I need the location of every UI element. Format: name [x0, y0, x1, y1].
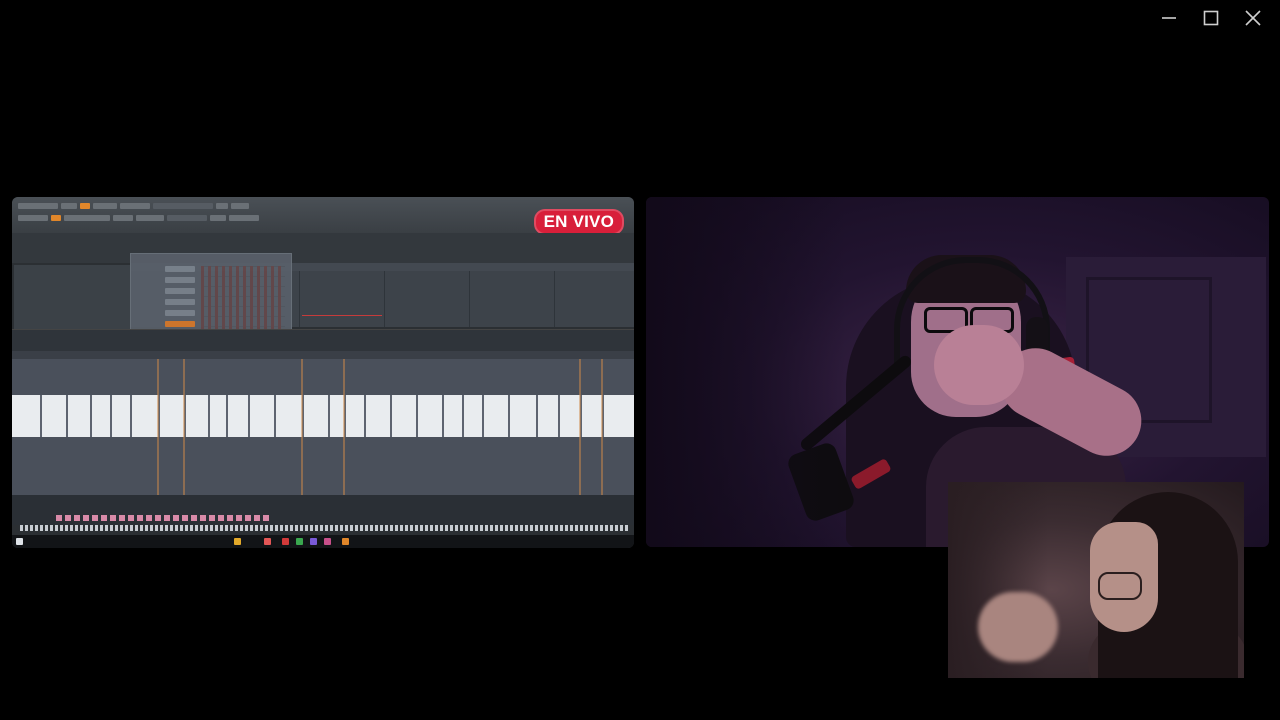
pip-glasses [1098, 572, 1142, 600]
windows-taskbar [12, 535, 634, 548]
close-icon [1245, 10, 1261, 26]
pattern-blocks [56, 515, 269, 521]
live-badge: EN VIVO [533, 209, 624, 235]
start-icon [16, 538, 23, 545]
marker-row [12, 351, 634, 359]
window-controls [1148, 6, 1274, 30]
fl-studio-icon [342, 538, 349, 545]
automation-line [302, 315, 382, 316]
maximize-button[interactable] [1190, 6, 1232, 30]
app-icon [310, 538, 317, 545]
maximize-icon [1203, 10, 1219, 26]
editor-toolbar [12, 329, 634, 352]
minimize-button[interactable] [1148, 6, 1190, 30]
close-button[interactable] [1232, 6, 1274, 30]
pip-person-hands [978, 592, 1058, 662]
minimize-icon [1162, 17, 1176, 19]
folder-icon [234, 538, 241, 545]
webcam-video-pip[interactable] [948, 482, 1244, 678]
app-icon [324, 538, 331, 545]
channel-rack [14, 265, 130, 331]
app-icon [296, 538, 303, 545]
timeline-dots [20, 525, 630, 531]
app-icon [282, 538, 289, 545]
cam-person-hand [934, 325, 1024, 405]
app-icon [264, 538, 271, 545]
cam-shadow [646, 197, 846, 547]
screen-share-video[interactable]: EN VIVO FLDX [12, 197, 634, 548]
daw-panel-bar [12, 233, 634, 263]
waveform-svg [12, 351, 634, 495]
waveform-area [12, 351, 634, 495]
